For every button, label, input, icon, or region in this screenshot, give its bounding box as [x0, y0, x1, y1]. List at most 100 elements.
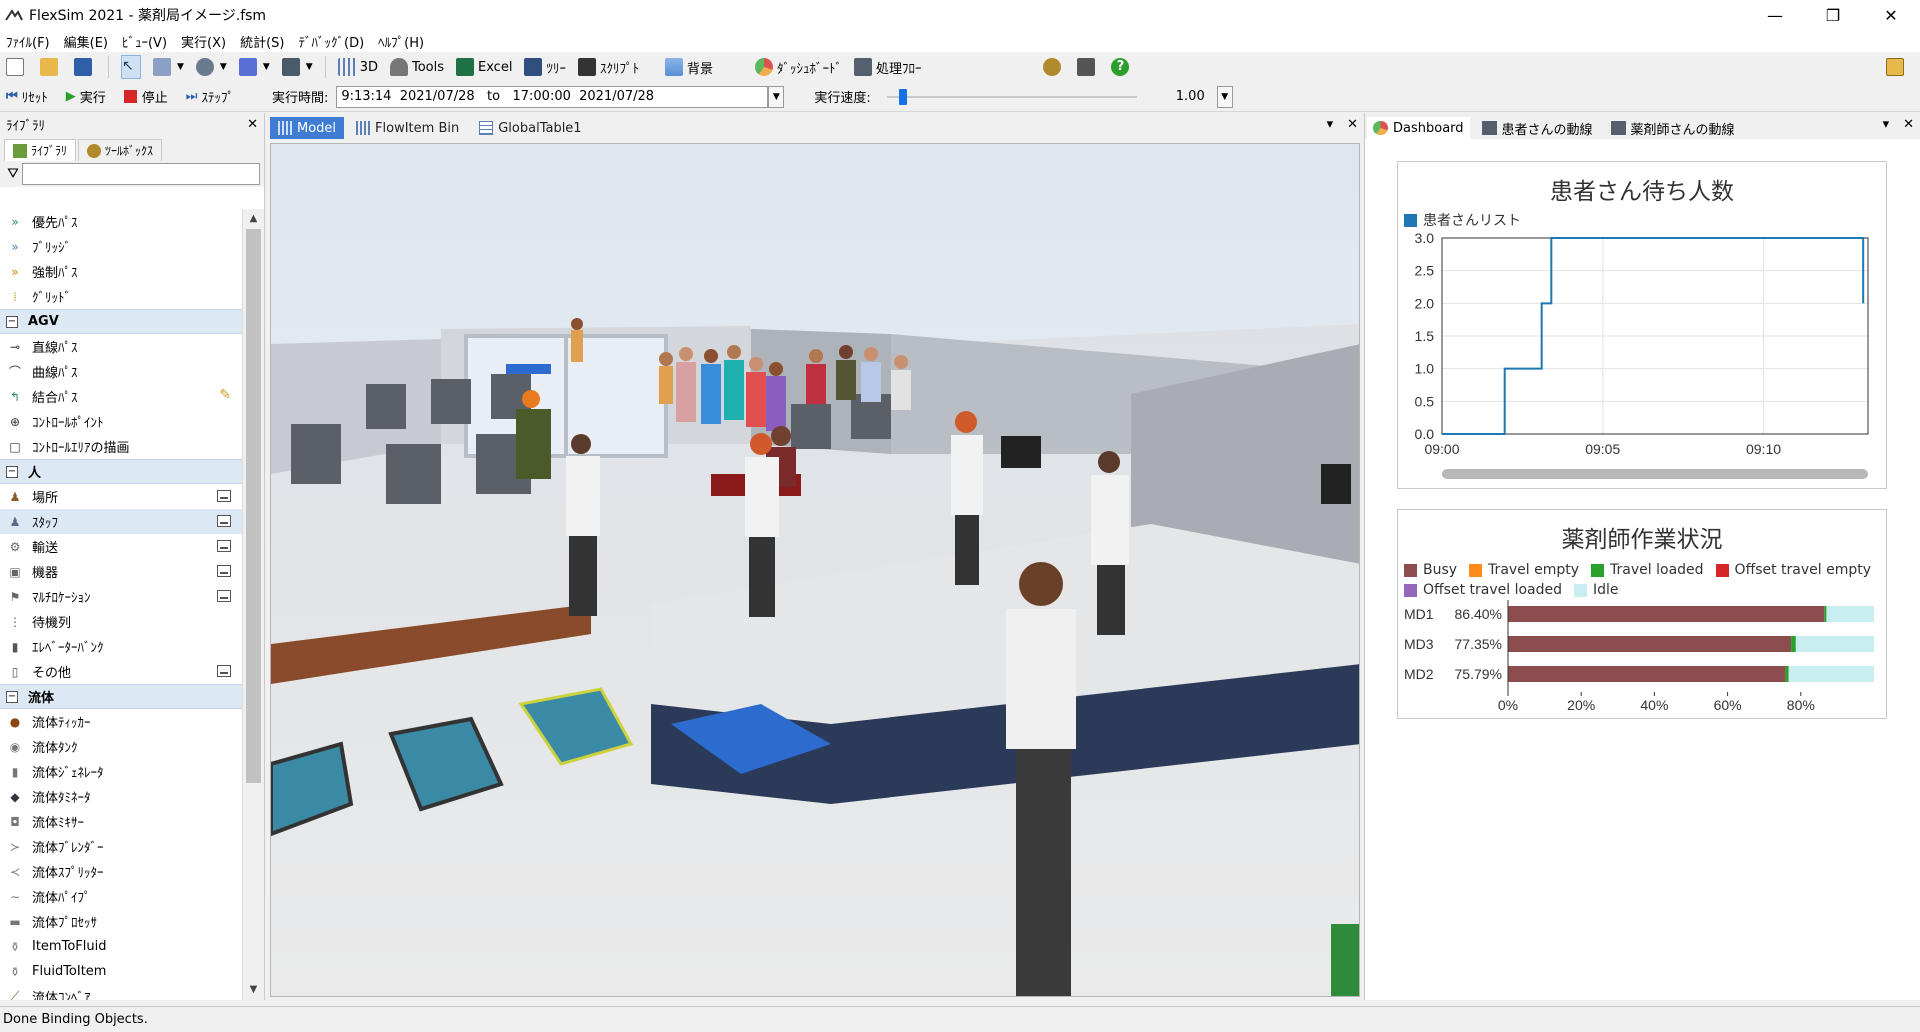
run-time-field[interactable]	[336, 85, 769, 108]
library-item[interactable]: ⚱ ItemToFluid	[0, 934, 243, 959]
waiting-count-widget[interactable]: 患者さん待ち人数 患者さんリスト 0.0 0.5 1.0 1.5 2.0 2.5 3.0 09…	[1397, 161, 1887, 489]
menu-view[interactable]: ﾋﾞｭｰ(V)	[122, 32, 167, 51]
run-speed-slider[interactable]	[886, 86, 1137, 108]
library-item[interactable]: ≻ 流体ﾌﾞﾚﾝﾀﾞｰ	[0, 834, 243, 859]
settings-button[interactable]	[1043, 55, 1065, 79]
maximize-button[interactable]: ❐	[1804, 0, 1862, 30]
library-item[interactable]: □ ｺﾝﾄﾛｰﾙｴﾘｱの描画	[0, 434, 243, 459]
library-group-header[interactable]: − 人	[0, 459, 243, 484]
tab-library[interactable]: ﾗｲﾌﾞﾗﾘ	[4, 139, 77, 161]
library-close-button[interactable]: ✕	[247, 117, 258, 132]
tree-structure-button[interactable]	[1077, 55, 1099, 79]
connect-mode-button[interactable]: ▼	[153, 55, 184, 79]
library-item[interactable]: ♟ 場所	[0, 484, 243, 509]
pencil-icon[interactable]: ✎	[219, 387, 231, 403]
collapse-toggle-icon[interactable]: −	[6, 690, 18, 703]
library-item[interactable]: » 強制ﾊﾟｽ	[0, 259, 243, 284]
run-speed-dropdown[interactable]: ▼	[1216, 85, 1233, 108]
scroll-down-icon[interactable]: ▼	[243, 980, 264, 1000]
tree-button[interactable]: ﾂﾘｰ	[524, 55, 566, 79]
library-item[interactable]: ▬ 流体ﾌﾟﾛｾｯｻ	[0, 909, 243, 934]
tools-button[interactable]: Tools	[389, 55, 444, 79]
library-group-header[interactable]: − AGV	[0, 309, 243, 334]
library-group-header[interactable]: − 流体	[0, 684, 243, 709]
run-button[interactable]: ▶ 実行	[66, 85, 106, 109]
select-mode-button[interactable]: ↖	[121, 55, 141, 79]
pharmacist-status-widget[interactable]: 薬剤師作業状況 Busy Travel empty Travel loaded Off…	[1397, 509, 1887, 719]
library-item[interactable]: ▣ 機器	[0, 559, 243, 584]
dashboard-menu-button[interactable]: ▾	[1883, 117, 1890, 132]
model-menu-button[interactable]: ▾	[1327, 117, 1334, 132]
script-button[interactable]: ｽｸﾘﾌﾟﾄ	[577, 55, 639, 79]
run-time-dropdown[interactable]: ▼	[768, 85, 785, 108]
library-item[interactable]: ⊸ 直線ﾊﾟｽ	[0, 334, 243, 359]
library-scrollbar[interactable]: ▲ ▼	[242, 209, 264, 1000]
menu-file[interactable]: ﾌｧｲﾙ(F)	[6, 32, 50, 51]
library-item[interactable]: » 優先ﾊﾟｽ	[0, 209, 243, 234]
minimize-window-icon[interactable]	[217, 665, 231, 677]
dashboard-button[interactable]: ﾀﾞｯｼｭﾎﾞｰﾄﾞ	[754, 55, 842, 79]
menu-debug[interactable]: ﾃﾞﾊﾞｯｸﾞ(D)	[299, 32, 365, 51]
model-close-button[interactable]: ✕	[1347, 117, 1358, 132]
open-file-button[interactable]	[40, 55, 62, 79]
scroll-up-icon[interactable]: ▲	[243, 209, 264, 229]
slider-thumb[interactable]	[898, 88, 907, 105]
stop-button[interactable]: 停止	[123, 85, 168, 109]
panel-toggle-button[interactable]	[1886, 55, 1908, 79]
tab-dashboard[interactable]: Dashboard	[1367, 117, 1470, 139]
library-item[interactable]: ◉ 流体ﾀﾝｸ	[0, 734, 243, 759]
library-item[interactable]: ⁞ ｸﾞﾘｯﾄﾞ	[0, 284, 243, 309]
view-options-button[interactable]: ▼	[281, 55, 313, 79]
minimize-window-icon[interactable]	[217, 565, 231, 577]
collapse-toggle-icon[interactable]: −	[6, 315, 18, 328]
3d-view-button[interactable]: 3D	[337, 55, 378, 79]
library-item[interactable]: ⋮ 待機列	[0, 609, 243, 634]
3d-model-viewport[interactable]	[270, 143, 1360, 997]
tab-flowitem-bin[interactable]: FlowItem Bin	[348, 117, 467, 139]
library-item[interactable]: ⚑ ﾏﾙﾁﾛｹｰｼｮﾝ	[0, 584, 243, 609]
minimize-window-icon[interactable]	[217, 540, 231, 552]
library-item[interactable]: ⚱ FluidToItem	[0, 959, 243, 984]
menu-statistics[interactable]: 統計(S)	[240, 32, 284, 51]
tab-patient-flow[interactable]: 患者さんの動線	[1476, 117, 1599, 139]
tab-model[interactable]: Model	[270, 117, 345, 139]
tab-pharmacist-flow[interactable]: 薬剤師さんの動線	[1605, 117, 1741, 139]
collapse-toggle-icon[interactable]: −	[6, 465, 18, 478]
scroll-thumb[interactable]	[246, 229, 261, 783]
tab-toolbox[interactable]: ﾂｰﾙﾎﾞｯｸｽ	[78, 139, 163, 161]
library-item[interactable]: ▮ ｴﾚﾍﾞｰﾀｰﾊﾞﾝｸ	[0, 634, 243, 659]
help-button[interactable]: ?	[1111, 55, 1133, 79]
minimize-button[interactable]: —	[1746, 0, 1804, 30]
menu-execute[interactable]: 実行(X)	[181, 32, 226, 51]
process-flow-button[interactable]: 処理ﾌﾛｰ	[853, 55, 921, 79]
library-item[interactable]: ▯ その他	[0, 659, 243, 684]
background-button[interactable]: 背景	[664, 55, 713, 79]
library-item[interactable]: ↰ 結合ﾊﾟｽ ✎	[0, 384, 243, 409]
minimize-window-icon[interactable]	[217, 590, 231, 602]
library-item[interactable]: ▮ 流体ｼﾞｪﾈﾚｰﾀ	[0, 759, 243, 784]
menu-help[interactable]: ﾍﾙﾌﾟ(H)	[378, 32, 424, 51]
library-item[interactable]: ● 流体ﾃｨｯｶｰ	[0, 709, 243, 734]
library-item[interactable]: ⚙ 輸送	[0, 534, 243, 559]
library-item[interactable]: ♟ ｽﾀｯﾌ	[0, 509, 243, 534]
library-item[interactable]: ⟋ 流体ｺﾝﾍﾞｱ	[0, 984, 243, 1000]
minimize-window-icon[interactable]	[217, 515, 231, 527]
minimize-window-icon[interactable]	[217, 490, 231, 502]
new-file-button[interactable]	[6, 55, 28, 79]
step-button[interactable]: ⏭ ｽﾃｯﾌﾟ	[186, 85, 234, 109]
reset-button[interactable]: ⏮ ﾘｾｯﾄ	[6, 85, 48, 109]
library-item[interactable]: ⊕ ｺﾝﾄﾛｰﾙﾎﾟｲﾝﾄ	[0, 409, 243, 434]
shape-button[interactable]: ▼	[238, 55, 270, 79]
dashboard-close-button[interactable]: ✕	[1903, 117, 1914, 132]
save-button[interactable]	[74, 55, 96, 79]
library-item[interactable]: ≺ 流体ｽﾌﾟﾘｯﾀｰ	[0, 859, 243, 884]
library-item[interactable]: » ﾌﾞﾘｯｼﾞ	[0, 234, 243, 259]
library-item[interactable]: ◆ 流体ﾀﾐﾈｰﾀ	[0, 784, 243, 809]
tab-global-table[interactable]: GlobalTable1	[471, 117, 589, 139]
library-item[interactable]: ◘ 流体ﾐｷｻｰ	[0, 809, 243, 834]
library-item[interactable]: ⌒ 曲線ﾊﾟｽ	[0, 359, 243, 384]
excel-button[interactable]: Excel	[456, 55, 512, 79]
close-window-button[interactable]: ✕	[1862, 0, 1920, 30]
create-objects-button[interactable]: ▼	[195, 55, 227, 79]
menu-edit[interactable]: 編集(E)	[64, 32, 108, 51]
